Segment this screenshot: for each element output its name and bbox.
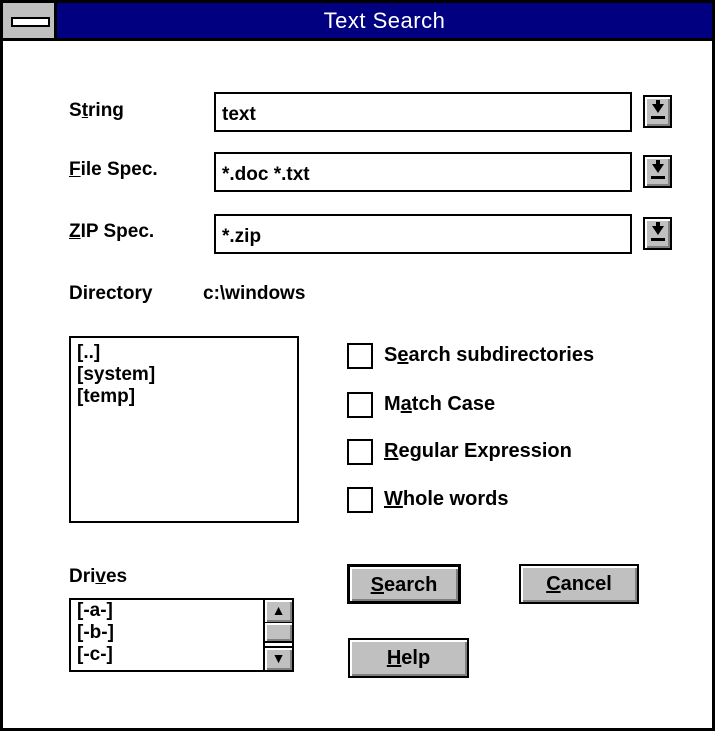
directory-listbox[interactable]: [..] [system] [temp] [69,336,299,523]
string-label: String [69,100,124,121]
drives-listbox[interactable]: [-a-] [-b-] [-c-] [69,598,294,672]
checkbox-box[interactable] [347,487,373,513]
zip-spec-dropdown-button[interactable] [643,217,672,250]
drives-label: Drives [69,566,128,587]
scroll-up-button[interactable]: ▲ [265,600,292,624]
help-button[interactable]: Help [348,638,469,678]
file-spec-dropdown-button[interactable] [643,155,672,188]
string-dropdown-button[interactable] [643,95,672,128]
scroll-thumb[interactable] [265,623,292,643]
list-item[interactable]: [temp] [77,386,297,408]
text-search-dialog: Text Search String text File Spec. *.doc… [0,0,715,731]
list-item[interactable]: [-a-] [77,600,292,622]
checkbox-label: Regular Expression [384,440,572,462]
file-spec-label: File Spec. [69,159,158,180]
window-title: Text Search [323,8,446,33]
zip-spec-input[interactable]: *.zip [214,214,632,254]
scroll-down-button[interactable]: ▼ [265,646,292,670]
checkbox-label: Whole words [384,488,509,510]
arrow-up-icon: ▲ [271,602,286,618]
system-menu-button[interactable] [3,3,57,38]
string-input[interactable]: text [214,92,632,132]
checkbox-box[interactable] [347,343,373,369]
checkbox-label: Match Case [384,393,496,415]
title-bar: Text Search [3,3,712,41]
zip-spec-label: ZIP Spec. [69,221,155,242]
arrow-down-icon: ▼ [271,650,286,666]
directory-label: Directory [69,283,153,304]
search-button[interactable]: Search [347,564,461,604]
list-item[interactable]: [..] [77,342,297,364]
checkbox-box[interactable] [347,439,373,465]
cancel-button[interactable]: Cancel [519,564,639,604]
drives-scrollbar[interactable]: ▲ ▼ [263,600,292,670]
list-item[interactable]: [-b-] [77,622,292,644]
file-spec-input[interactable]: *.doc *.txt [214,152,632,192]
list-item[interactable]: [-c-] [77,644,292,666]
checkbox-label: Search subdirectories [384,344,595,366]
system-menu-icon [11,17,50,27]
checkbox-box[interactable] [347,392,373,418]
list-item[interactable]: [system] [77,364,297,386]
directory-value: c:\windows [203,283,306,304]
